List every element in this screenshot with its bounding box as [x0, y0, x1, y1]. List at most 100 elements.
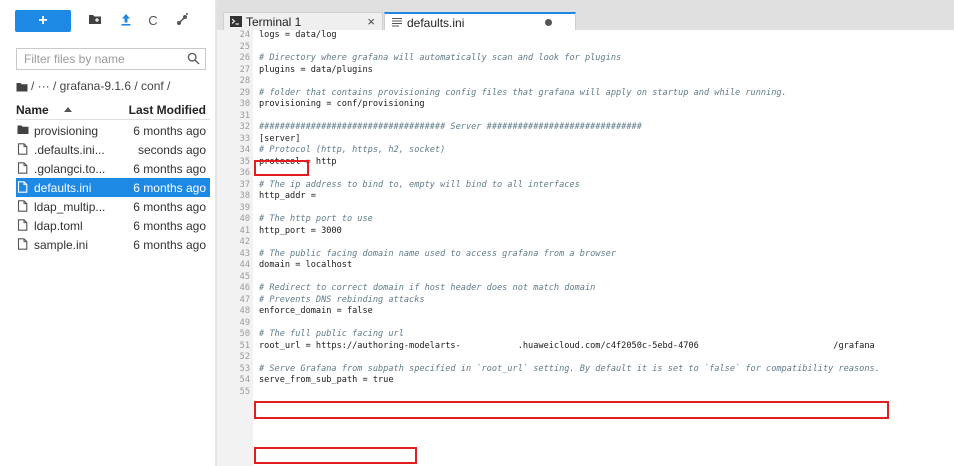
git-icon[interactable] [173, 13, 191, 29]
code-line[interactable]: 48 enforce_domain = false [217, 306, 954, 318]
tab-terminal[interactable]: Terminal 1 × [223, 12, 383, 30]
file-row[interactable]: defaults.ini 6 months ago [16, 178, 210, 197]
new-folder-icon[interactable] [86, 13, 104, 29]
line-number: 35 [239, 156, 250, 167]
code-line[interactable]: 30 provisioning = conf/provisioning [217, 99, 954, 111]
unsaved-changes-indicator[interactable] [545, 19, 552, 26]
code-line[interactable]: 26 # Directory where grafana will automat… [217, 53, 954, 65]
line-text: # Directory where grafana will automatic… [259, 53, 622, 63]
folder-icon [16, 81, 28, 92]
code-line[interactable]: 52 [217, 352, 954, 364]
upload-icon[interactable] [117, 13, 135, 29]
close-icon[interactable]: × [367, 14, 375, 29]
code-line[interactable]: 32 #################################### S… [217, 122, 954, 134]
file-icon [17, 219, 29, 231]
line-number: 28 [239, 76, 250, 86]
terminal-icon [230, 16, 242, 27]
code-line[interactable]: 27 plugins = data/plugins [217, 65, 954, 77]
redacted-region [706, 405, 828, 416]
line-number: 54 [239, 375, 250, 385]
breadcrumb[interactable]: / ··· / grafana-9.1.6 / conf / [16, 78, 170, 94]
line-number: 45 [239, 271, 250, 282]
filter-files-field[interactable] [16, 48, 206, 70]
folder-icon [17, 124, 29, 136]
code-line[interactable]: 42 [217, 237, 954, 249]
tab-defaults-ini-label: defaults.ini [407, 16, 465, 30]
code-line[interactable]: 24 logs = data/log [217, 30, 954, 42]
refresh-icon[interactable]: C [144, 13, 162, 29]
code-line[interactable]: 50 # The full public facing url [217, 329, 954, 341]
code-line[interactable]: 28 [217, 76, 954, 88]
file-modified: seconds ago [137, 143, 206, 157]
file-icon [17, 181, 29, 193]
file-row[interactable]: ldap.toml 6 months ago [16, 216, 210, 235]
code-line[interactable]: 38 http_addr = [217, 191, 954, 203]
file-name: provisioning [34, 124, 99, 138]
text-file-icon [391, 17, 403, 28]
code-line[interactable]: 45 [217, 272, 954, 284]
code-line[interactable]: 39 [217, 203, 954, 215]
file-modified: 6 months ago [133, 124, 206, 138]
line-number: 36 [239, 168, 250, 178]
code-line[interactable]: 46 # Redirect to correct domain if host h… [217, 283, 954, 295]
tab-defaults-ini[interactable]: defaults.ini [384, 12, 576, 30]
line-text: serve_from_sub_path = true [259, 375, 394, 385]
file-row[interactable]: .defaults.ini... seconds ago [16, 140, 210, 159]
breadcrumb-path[interactable]: / ··· / grafana-9.1.6 / conf / [31, 79, 170, 93]
file-row[interactable]: ldap_multip... 6 months ago [16, 197, 210, 216]
code-line[interactable]: 34 # Protocol (http, https, h2, socket) [217, 145, 954, 157]
file-modified: 6 months ago [133, 162, 206, 176]
line-number: 42 [239, 237, 250, 247]
line-number: 47 [239, 294, 250, 305]
code-line[interactable]: 55 [217, 387, 954, 399]
code-line[interactable]: 31 [217, 111, 954, 123]
line-number: 31 [239, 110, 250, 121]
file-icon [17, 238, 29, 250]
code-line[interactable]: 36 [217, 168, 954, 180]
file-name: ldap.toml [34, 219, 83, 233]
code-line[interactable]: 25 [217, 42, 954, 54]
code-line[interactable]: 41 http_port = 3000 [217, 226, 954, 238]
code-line[interactable]: 33 [server] [217, 134, 954, 146]
new-launcher-button[interactable]: + [15, 10, 71, 32]
line-number: 24 [239, 30, 250, 40]
code-line[interactable]: 40 # The http port to use [217, 214, 954, 226]
search-icon [187, 52, 200, 65]
code-line[interactable]: 49 [217, 318, 954, 330]
code-line[interactable]: 29 # folder that contains provisioning co… [217, 88, 954, 100]
line-number: 39 [239, 202, 250, 213]
line-number: 43 [239, 248, 250, 259]
file-row[interactable]: .golangci.to... 6 months ago [16, 159, 210, 178]
column-modified-header[interactable]: Last Modified [129, 103, 206, 117]
line-number: 55 [239, 386, 250, 397]
code-line[interactable]: 51 root_url = https://authoring-modelarts… [217, 341, 954, 353]
code-editor[interactable]: 24 logs = data/log 25 26 # Directory where g… [217, 30, 954, 466]
filter-files-input[interactable] [17, 49, 185, 69]
line-number: 30 [239, 99, 250, 109]
code-line[interactable]: 44 domain = localhost [217, 260, 954, 272]
file-name: .golangci.to... [34, 162, 106, 176]
line-text: # Redirect to correct domain if host hea… [259, 283, 596, 293]
tab-bar: Terminal 1 × defaults.ini [217, 0, 954, 30]
file-icon [17, 143, 29, 155]
file-row[interactable]: sample.ini 6 months ago [16, 235, 210, 254]
file-row[interactable]: provisioning 6 months ago [16, 121, 210, 140]
line-text: # The full public facing url [259, 329, 404, 339]
line-text: enforce_domain = false [259, 306, 373, 316]
code-line[interactable]: 35 protocol = http [217, 157, 954, 169]
column-name-header[interactable]: Name [16, 103, 49, 117]
code-line[interactable]: 53 # Serve Grafana from subpath specified… [217, 364, 954, 376]
code-line[interactable]: 47 # Prevents DNS rebinding attacks [217, 295, 954, 307]
file-name: sample.ini [34, 238, 89, 252]
line-number: 53 [239, 363, 250, 374]
redacted-region [454, 405, 494, 416]
line-number: 34 [239, 145, 250, 155]
code-line[interactable]: 37 # The ip address to bind to, empty wil… [217, 180, 954, 192]
code-line[interactable]: 54 serve_from_sub_path = true [217, 375, 954, 387]
line-number: 41 [239, 225, 250, 236]
sort-ascending-icon[interactable] [64, 107, 72, 112]
line-text: domain = localhost [259, 260, 353, 270]
code-line[interactable]: 43 # The public facing domain name used t… [217, 249, 954, 261]
file-icon [17, 200, 29, 212]
file-name: defaults.ini [34, 181, 92, 195]
